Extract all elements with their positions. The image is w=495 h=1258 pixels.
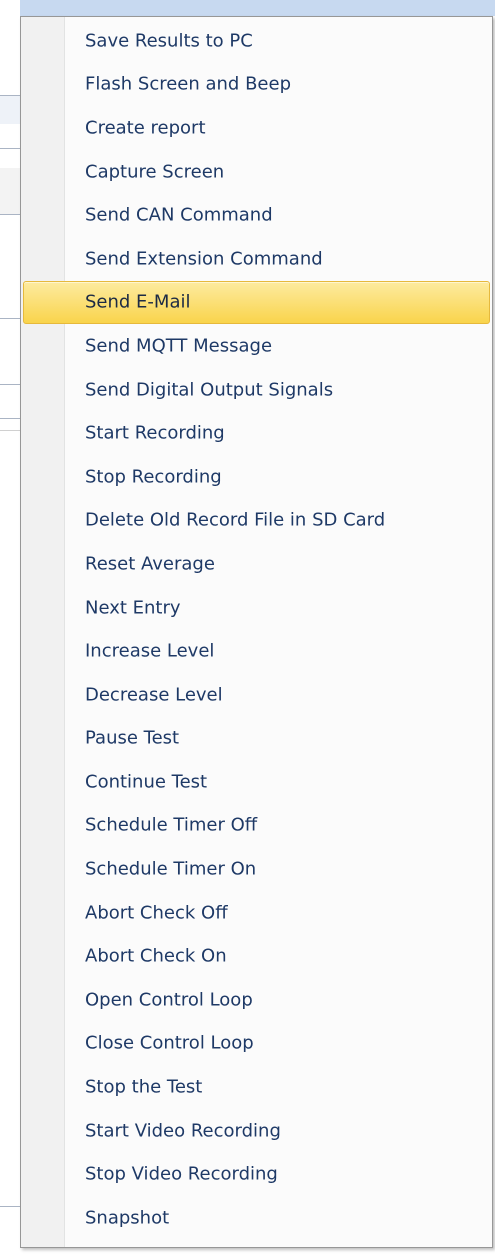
menu-item-label: Abort Check On — [85, 945, 227, 967]
menu-item-label: Stop the Test — [85, 1076, 203, 1098]
menu-item[interactable]: Increase Level — [23, 629, 490, 673]
menu-item[interactable]: Abort Check Off — [23, 891, 490, 935]
menu-item[interactable]: Schedule Timer On — [23, 847, 490, 891]
menu-item-label: Increase Level — [85, 640, 215, 662]
menu-item[interactable]: Continue Test — [23, 760, 490, 804]
menu-item[interactable]: Abort Check On — [23, 934, 490, 978]
menu-item-label: Start Recording — [85, 422, 225, 444]
menu-item-label: Stop Recording — [85, 466, 222, 488]
menu-item-label: Next Entry — [85, 597, 181, 619]
menu-item-label: Delete Old Record File in SD Card — [85, 509, 386, 531]
menu-item-label: Flash Screen and Beep — [85, 73, 292, 95]
menu-item[interactable]: Start Recording — [23, 411, 490, 455]
menu-item[interactable]: Pause Test — [23, 717, 490, 761]
menu-item-label: Stop Video Recording — [85, 1163, 278, 1185]
menu-item-label: Save Results to PC — [85, 30, 253, 52]
background-application — [0, 0, 20, 1258]
context-menu[interactable]: Save Results to PC Flash Screen and Beep C… — [20, 16, 493, 1248]
menu-item[interactable]: Create report — [23, 106, 490, 150]
menu-item-label: Capture Screen — [85, 161, 225, 183]
menu-item[interactable]: Send CAN Command — [23, 193, 490, 237]
menu-item[interactable]: Schedule Timer Off — [23, 804, 490, 848]
menu-item-label: Reset Average — [85, 553, 215, 575]
menu-item[interactable]: Send Extension Command — [23, 237, 490, 281]
menu-item[interactable]: Delete Old Record File in SD Card — [23, 499, 490, 543]
menu-item[interactable]: Stop the Test — [23, 1065, 490, 1109]
background-divider — [0, 214, 20, 215]
background-divider — [0, 95, 20, 96]
background-divider — [0, 318, 20, 319]
menu-item-label: Send E-Mail — [85, 291, 191, 313]
menu-item[interactable]: Capture Screen — [23, 150, 490, 194]
menu-item[interactable]: Decrease Level — [23, 673, 490, 717]
menu-item-label: Schedule Timer On — [85, 858, 257, 880]
menu-item-label: Create report — [85, 117, 206, 139]
menu-items: Save Results to PC Flash Screen and Beep C… — [23, 19, 490, 1240]
menu-item-label: Continue Test — [85, 771, 208, 793]
menu-item[interactable]: Open Control Loop — [23, 978, 490, 1022]
menu-item[interactable]: Stop Video Recording — [23, 1152, 490, 1196]
menu-item-label: Snapshot — [85, 1207, 170, 1229]
menu-item[interactable]: Save Results to PC — [23, 19, 490, 63]
menu-item[interactable]: Next Entry — [23, 586, 490, 630]
background-band — [0, 168, 20, 214]
menu-item-label: Send CAN Command — [85, 204, 273, 226]
menu-item-label: Open Control Loop — [85, 989, 253, 1011]
background-divider — [0, 148, 20, 149]
background-divider — [0, 418, 20, 419]
menu-item[interactable]: Flash Screen and Beep — [23, 63, 490, 107]
menu-item-label: Schedule Timer Off — [85, 814, 258, 836]
menu-item-label: Close Control Loop — [85, 1032, 254, 1054]
background-divider — [0, 430, 20, 431]
menu-item[interactable]: Stop Recording — [23, 455, 490, 499]
menu-item[interactable]: Send MQTT Message — [23, 324, 490, 368]
menu-item[interactable]: Reset Average — [23, 542, 490, 586]
background-divider — [0, 384, 20, 385]
menu-item-label: Pause Test — [85, 727, 180, 749]
background-band — [0, 96, 20, 124]
menu-item-label: Send Extension Command — [85, 248, 323, 270]
background-window-titlebar — [0, 0, 495, 16]
menu-item[interactable]: Start Video Recording — [23, 1109, 490, 1153]
menu-item[interactable]: Close Control Loop — [23, 1022, 490, 1066]
menu-item-label: Start Video Recording — [85, 1120, 281, 1142]
menu-item[interactable]: Send Digital Output Signals — [23, 368, 490, 412]
menu-item-label: Send MQTT Message — [85, 335, 273, 357]
menu-item-label: Send Digital Output Signals — [85, 379, 334, 401]
menu-item-label: Decrease Level — [85, 684, 223, 706]
menu-item[interactable]: Snapshot — [23, 1196, 490, 1240]
background-divider — [0, 1206, 20, 1207]
menu-item-label: Abort Check Off — [85, 902, 228, 924]
menu-item[interactable]: Send E-Mail — [23, 280, 490, 325]
